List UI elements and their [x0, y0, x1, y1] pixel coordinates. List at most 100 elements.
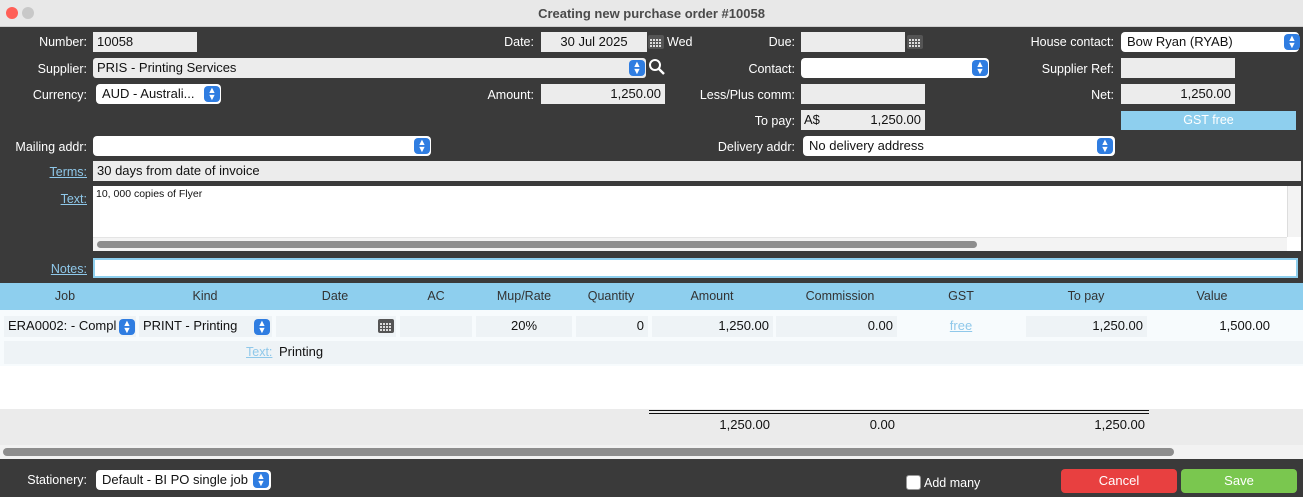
kind-stepper-icon[interactable]: ▲ ▼	[254, 319, 270, 335]
less-plus-comm-field[interactable]	[801, 84, 925, 104]
row-quantity[interactable]: 0	[576, 316, 648, 337]
to-pay-field: A$ 1,250.00	[801, 110, 925, 130]
table-scroll-thumb[interactable]	[3, 448, 1174, 456]
terms-field[interactable]: 30 days from date of invoice	[93, 161, 1301, 181]
delivery-addr-select[interactable]: No delivery address	[803, 136, 1115, 156]
row-job[interactable]: ERA0002: - Compl	[4, 316, 136, 337]
table-header: Job Kind Date AC Mup/Rate Quantity Amoun…	[0, 283, 1303, 310]
total-to-pay: 1,250.00	[1094, 417, 1145, 432]
currency-stepper-icon[interactable]: ▲ ▼	[204, 86, 220, 102]
table-horizontal-scrollbar[interactable]	[0, 445, 1303, 459]
job-stepper-icon[interactable]: ▲ ▼	[119, 319, 135, 335]
mailing-addr-stepper-icon[interactable]: ▲ ▼	[414, 138, 430, 154]
to-pay-currency: A$	[804, 112, 820, 127]
supplier-ref-label: Supplier Ref:	[1041, 62, 1114, 76]
row-calendar-icon[interactable]	[378, 319, 394, 333]
amount-field[interactable]: 1,250.00	[541, 84, 665, 104]
cancel-button[interactable]: Cancel	[1061, 469, 1177, 493]
title-bar: Creating new purchase order #10058	[0, 0, 1303, 27]
terms-link[interactable]: Terms:	[0, 165, 88, 179]
house-contact-label: House contact:	[1030, 35, 1114, 49]
supplier-label: Supplier:	[37, 62, 87, 76]
supplier-value: PRIS - Printing Services	[97, 60, 237, 75]
totals-divider	[649, 410, 1149, 414]
row-text-strip	[4, 341, 1303, 364]
row-value: 1,500.00	[1219, 318, 1270, 333]
row-text-link[interactable]: Text:	[246, 345, 272, 359]
net-label: Net:	[1091, 88, 1114, 102]
calendar-icon[interactable]	[648, 35, 664, 49]
currency-select[interactable]: AUD - Australi...	[96, 84, 221, 104]
supplier-ref-field[interactable]	[1121, 58, 1235, 78]
stationery-stepper-icon[interactable]: ▲ ▼	[253, 472, 269, 488]
text-scroll-thumb[interactable]	[97, 241, 977, 248]
row-to-pay[interactable]: 1,250.00	[1026, 316, 1147, 337]
date-label: Date:	[504, 35, 534, 49]
row-gst-link[interactable]: free	[900, 318, 1022, 333]
row-kind-value: PRINT - Printing	[143, 318, 238, 333]
currency-label: Currency:	[32, 88, 87, 102]
row-kind[interactable]: PRINT - Printing	[139, 316, 272, 337]
col-to-pay[interactable]: To pay	[1030, 289, 1142, 303]
mailing-addr-label: Mailing addr:	[15, 140, 87, 154]
mailing-addr-select[interactable]	[93, 136, 431, 156]
col-value[interactable]: Value	[1160, 289, 1264, 303]
table-body: ERA0002: - Compl ▲ ▼ PRINT - Printing ▲ ▼ …	[0, 310, 1303, 445]
col-quantity[interactable]: Quantity	[575, 289, 647, 303]
row-amount[interactable]: 1,250.00	[652, 316, 773, 337]
weekday-label: Wed	[667, 35, 693, 49]
text-link[interactable]: Text:	[0, 192, 87, 206]
col-job[interactable]: Job	[20, 289, 110, 303]
stationery-select[interactable]: Default - BI PO single job	[96, 470, 271, 490]
totals-row: 1,250.00 0.00 1,250.00	[0, 409, 1303, 445]
col-amount[interactable]: Amount	[662, 289, 762, 303]
text-area[interactable]: 10, 000 copies of Flyer	[93, 186, 1301, 251]
col-ac[interactable]: AC	[400, 289, 472, 303]
total-commission: 0.00	[869, 417, 895, 432]
row-text-value[interactable]: Printing	[279, 344, 323, 359]
number-label: Number:	[39, 35, 87, 49]
to-pay-value: 1,250.00	[870, 112, 921, 127]
window-title: Creating new purchase order #10058	[538, 6, 765, 21]
notes-link[interactable]: Notes:	[0, 262, 87, 276]
contact-select[interactable]	[801, 58, 989, 78]
col-date[interactable]: Date	[290, 289, 380, 303]
house-contact-stepper-icon[interactable]: ▲ ▼	[1284, 34, 1300, 50]
currency-value: AUD - Australi...	[102, 86, 195, 101]
row-commission[interactable]: 0.00	[776, 316, 897, 337]
gst-free-badge: GST free	[1121, 111, 1296, 130]
col-gst[interactable]: GST	[920, 289, 1002, 303]
supplier-stepper-icon[interactable]: ▲ ▼	[629, 60, 645, 76]
text-horizontal-scrollbar[interactable]	[93, 237, 1287, 251]
save-button[interactable]: Save	[1181, 469, 1297, 493]
row-mup-rate[interactable]: 20%	[476, 316, 572, 337]
search-icon[interactable]	[648, 58, 666, 76]
total-amount: 1,250.00	[719, 417, 770, 432]
delivery-addr-stepper-icon[interactable]: ▲ ▼	[1097, 138, 1113, 154]
due-field[interactable]	[801, 32, 905, 52]
supplier-select[interactable]: PRIS - Printing Services	[93, 58, 646, 78]
add-many-checkbox[interactable]	[906, 475, 921, 490]
contact-label: Contact:	[748, 62, 795, 76]
amount-label: Amount:	[487, 88, 534, 102]
delivery-addr-label: Delivery addr:	[717, 140, 795, 154]
text-area-value: 10, 000 copies of Flyer	[96, 188, 203, 200]
row-ac[interactable]	[400, 316, 472, 337]
net-field[interactable]: 1,250.00	[1121, 84, 1235, 104]
col-kind[interactable]: Kind	[160, 289, 250, 303]
col-mup-rate[interactable]: Mup/Rate	[475, 289, 573, 303]
row-job-value: ERA0002: - Compl	[8, 318, 117, 333]
col-commission[interactable]: Commission	[780, 289, 900, 303]
house-contact-value: Bow Ryan (RYAB)	[1127, 34, 1233, 49]
house-contact-select[interactable]: Bow Ryan (RYAB)	[1121, 32, 1299, 52]
stationery-label: Stationery:	[27, 473, 87, 487]
table-row[interactable]: ERA0002: - Compl ▲ ▼ PRINT - Printing ▲ ▼ …	[0, 310, 1303, 366]
notes-input[interactable]	[93, 258, 1298, 278]
text-vertical-scrollbar[interactable]	[1287, 186, 1301, 237]
due-label: Due:	[768, 35, 795, 49]
number-field[interactable]: 10058	[93, 32, 197, 52]
less-plus-comm-label: Less/Plus comm:	[699, 88, 795, 102]
delivery-addr-value: No delivery address	[809, 138, 924, 153]
date-field[interactable]: 30 Jul 2025	[541, 32, 647, 52]
due-calendar-icon[interactable]	[907, 35, 923, 49]
